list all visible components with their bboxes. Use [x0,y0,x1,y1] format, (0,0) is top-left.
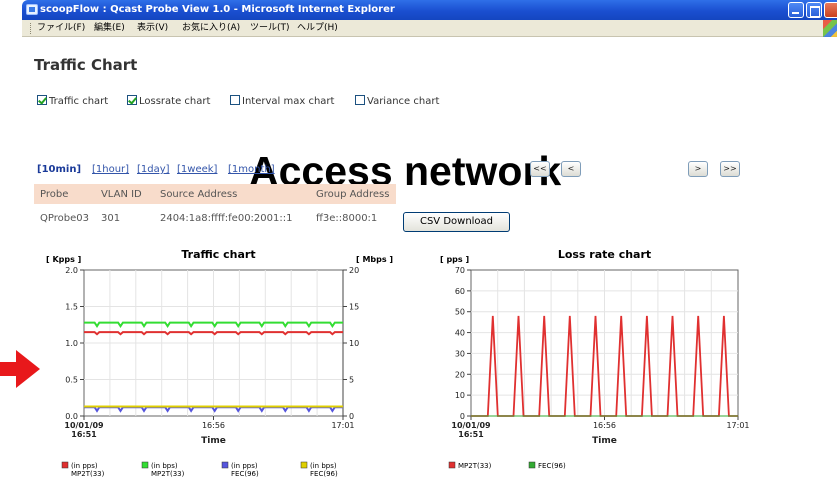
legend-label: FEC(96) [538,462,566,470]
y2-tick-label: 10 [349,339,359,348]
y-tick-label: 40 [455,329,465,338]
x-tick-label: 16:56 [593,421,616,430]
y-axis-label: [ pps ] [440,255,469,264]
y2-tick-label: 15 [349,303,359,312]
legend-swatch [448,461,456,469]
legend-swatch [221,461,229,469]
x-tick-label: 10/01/09 [64,421,104,430]
legend-label: MP2T(33) [71,470,105,478]
y-tick-label: 0.5 [65,376,78,385]
x-tick-label: 16:56 [202,421,225,430]
y-tick-label: 0.0 [65,412,78,421]
x-tick-label: 16:51 [71,430,97,439]
y2-axis-label: [ Mbps ] [356,255,393,264]
y-axis-label: [ Kpps ] [46,255,81,264]
legend-label: (in bps) [151,462,178,470]
y-tick-label: 10 [455,391,465,400]
x-tick-label: 17:01 [726,421,749,430]
y-tick-label: 50 [455,308,465,317]
chart-title: Traffic chart [181,248,255,261]
y2-tick-label: 5 [349,376,354,385]
legend-label: MP2T(33) [458,462,492,470]
y2-tick-label: 0 [349,412,354,421]
legend-label: FEC(96) [231,470,259,478]
legend-swatch [300,461,308,469]
legend-label: (in pps) [231,462,258,470]
legend-swatch [528,461,536,469]
charts-area: 0.0 0.5 1.0 1.5 2.0 0 5 10 15 20 Traffic chart [ Kp… [46,248,750,478]
legend-swatch [141,461,149,469]
x-axis-label: Time [201,436,226,446]
y-tick-label: 20 [455,370,465,379]
x-tick-label: 16:51 [458,430,484,439]
y-tick-label: 70 [455,266,465,275]
y-tick-label: 1.5 [65,303,78,312]
x-axis-label: Time [592,436,617,446]
legend-swatch [61,461,69,469]
y2-tick-label: 20 [349,266,359,275]
y-tick-label: 30 [455,349,465,358]
y-tick-label: 60 [455,287,465,296]
legend-label: (in bps) [310,462,337,470]
legend-label: MP2T(33) [151,470,185,478]
y-tick-label: 1.0 [65,339,78,348]
x-tick-label: 17:01 [331,421,354,430]
x-tick-label: 10/01/09 [451,421,491,430]
legend-label: (in pps) [71,462,98,470]
y-tick-label: 2.0 [65,266,78,275]
legend-label: FEC(96) [310,470,338,478]
arrow-icon [0,350,40,388]
y-tick-label: 0 [460,412,465,421]
chart-title: Loss rate chart [558,248,651,261]
